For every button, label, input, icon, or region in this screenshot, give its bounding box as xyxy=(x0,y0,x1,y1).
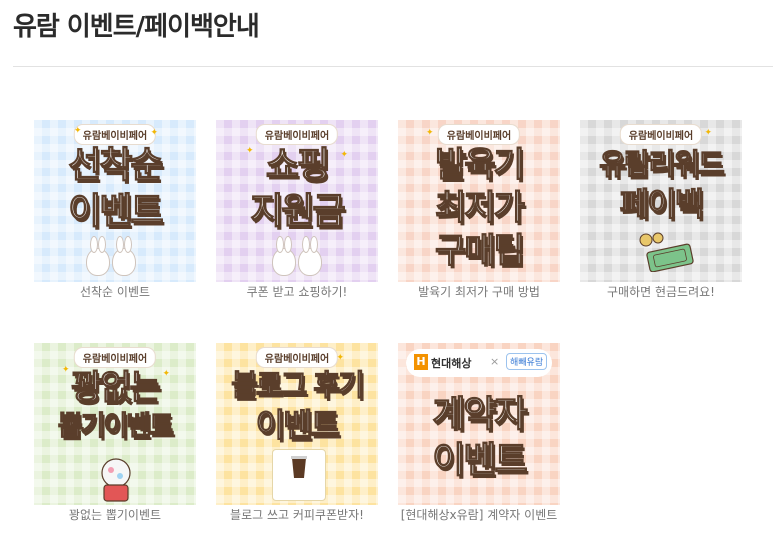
event-badge: 유람베이비페어 xyxy=(73,124,157,145)
event-headline-line: 최저가 xyxy=(434,188,525,228)
event-caption[interactable]: 쿠폰 받고 쇼핑하기! xyxy=(216,284,378,301)
event-caption[interactable]: 선착순 이벤트 xyxy=(34,284,196,301)
event-thumbnail[interactable]: 유람베이비페어 ✦ ✦ 선착순 이벤트 xyxy=(34,120,196,282)
bunny-icon xyxy=(272,236,296,276)
event-card-blog-review[interactable]: 유람베이비페어 ✦ 블로그 후기 이벤트 블로그 쓰고 커피쿠폰받자! xyxy=(216,343,378,524)
event-thumbnail[interactable]: 유람베이비페어 ✦ ✦ 쇼핑 지원금 xyxy=(216,120,378,282)
sparkle-icon: ✦ xyxy=(704,128,712,138)
gacha-machine-icon xyxy=(101,458,131,502)
event-thumbnail[interactable]: 유람베이비페어 ✦ ✦ 꽝없는 뽑기이벤트 xyxy=(34,343,196,505)
event-thumbnail[interactable]: H 현대해상 × 해빼유람 계약자 이벤트 xyxy=(398,343,560,505)
page-title: 유람 이벤트/페이백안내 xyxy=(13,12,260,42)
sparkle-icon: ✦ xyxy=(150,128,158,138)
coffee-coupon-card xyxy=(272,449,326,501)
hyundai-logo-icon: H xyxy=(414,354,428,370)
event-headline-line: 페이백 xyxy=(619,185,705,223)
sparkle-icon: ✦ xyxy=(336,353,344,363)
event-card-lucky-draw[interactable]: 유람베이비페어 ✦ ✦ 꽝없는 뽑기이벤트 꽝없는 뽑기이벤트 xyxy=(34,343,196,524)
event-caption[interactable]: 블로그 쓰고 커피쿠폰받자! xyxy=(216,507,378,524)
event-headline-line: 유람리워드 xyxy=(599,147,726,181)
partner-logo-bar: H 현대해상 × 해빼유람 xyxy=(406,349,552,377)
sparkle-icon: ✦ xyxy=(426,128,434,138)
bunny-icon xyxy=(112,236,136,276)
event-headline-line: 발육기 xyxy=(434,145,525,185)
event-caption[interactable]: 구매하면 현금드려요! xyxy=(580,284,742,301)
event-card-buying-tips[interactable]: 유람베이비페어 ✦ 발육기 최저가 구매팁 발육기 최저가 구매 방법 xyxy=(398,120,560,301)
partner-name: 현대해상 xyxy=(431,357,472,370)
event-caption[interactable]: [현대해상x유람] 계약자 이벤트 xyxy=(398,507,560,524)
event-thumbnail[interactable]: 유람베이비페어 ✦ 발육기 최저가 구매팁 xyxy=(398,120,560,282)
event-thumbnail[interactable]: 유람베이비페어 ✦ 유람리워드 페이백 xyxy=(580,120,742,282)
sparkle-icon: ✦ xyxy=(74,126,82,136)
event-badge: 유람베이비페어 xyxy=(255,347,339,368)
event-card-first-come[interactable]: 유람베이비페어 ✦ ✦ 선착순 이벤트 선착순 이벤트 xyxy=(34,120,196,301)
event-headline-line: 블로그 후기 xyxy=(231,368,366,402)
event-headline-line: 지원금 xyxy=(250,191,347,232)
partner-logo-yuram: 해빼유람 xyxy=(506,353,548,370)
event-card-reward-payback[interactable]: 유람베이비페어 ✦ 유람리워드 페이백 구매하면 현금드려요! xyxy=(580,120,742,301)
event-headline-line: 뽑기이벤트 xyxy=(57,411,174,442)
title-divider xyxy=(13,66,773,67)
cash-icon xyxy=(639,232,694,272)
event-headline-line: 이벤트 xyxy=(432,440,529,481)
event-badge: 유람베이비페어 xyxy=(255,124,339,145)
event-badge: 유람베이비페어 xyxy=(619,124,703,145)
event-badge: 유람베이비페어 xyxy=(437,124,521,145)
event-card-hyundai-contract[interactable]: H 현대해상 × 해빼유람 계약자 이벤트 [현대해상x유람] 계약자 이벤트 xyxy=(398,343,560,524)
event-card-shopping-support[interactable]: 유람베이비페어 ✦ ✦ 쇼핑 지원금 쿠폰 받고 쇼핑하기! xyxy=(216,120,378,301)
event-headline-line: 이벤트 xyxy=(68,191,165,232)
bunny-icon xyxy=(298,236,322,276)
event-headline-line: 꽝없는 xyxy=(70,368,161,408)
event-headline-line: 이벤트 xyxy=(255,406,341,444)
event-badge: 유람베이비페어 xyxy=(73,347,157,368)
times-icon: × xyxy=(490,355,500,368)
event-thumbnail[interactable]: 유람베이비페어 ✦ 블로그 후기 이벤트 xyxy=(216,343,378,505)
event-headline-line: 쇼핑 xyxy=(265,145,330,186)
bunny-icon xyxy=(86,236,110,276)
coffee-cup-icon xyxy=(291,456,307,478)
event-caption[interactable]: 발육기 최저가 구매 방법 xyxy=(398,284,560,301)
event-caption[interactable]: 꽝없는 뽑기이벤트 xyxy=(34,507,196,524)
event-headline-line: 선착순 xyxy=(68,145,165,186)
event-headline-line: 계약자 xyxy=(432,394,529,435)
event-headline-line: 구매팁 xyxy=(434,231,525,271)
